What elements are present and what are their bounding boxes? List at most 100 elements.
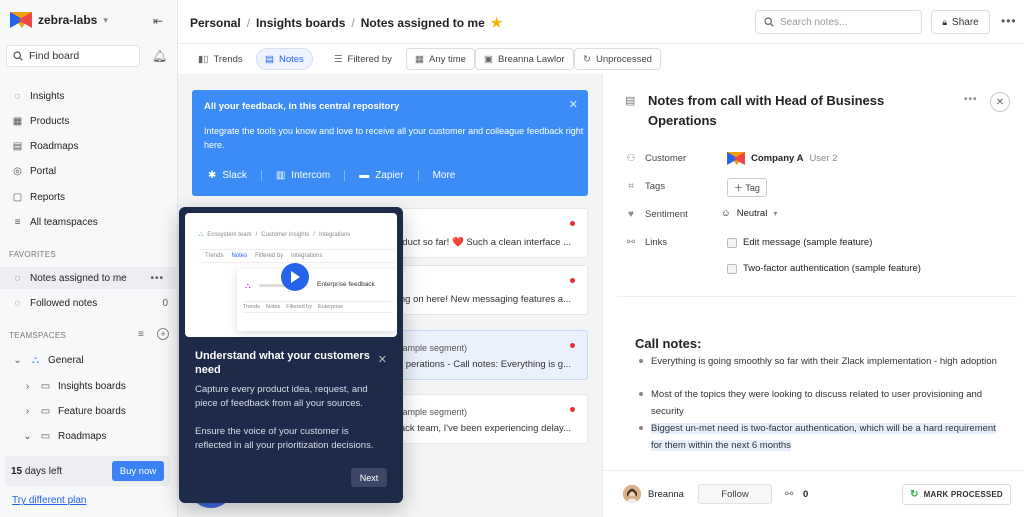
unread-dot xyxy=(570,407,575,412)
filter-status[interactable]: ↻ Unprocessed xyxy=(574,48,661,70)
more-options-icon[interactable]: ••• xyxy=(150,273,164,284)
note-detail: ▤ Notes from call with Head of Business … xyxy=(602,74,1024,517)
add-teamspace-icon[interactable]: + xyxy=(157,328,169,340)
preview-tab: Trends xyxy=(243,304,260,310)
close-icon[interactable]: ✕ xyxy=(569,98,578,111)
chevron-down-icon: ⌄ xyxy=(13,354,22,366)
lock-icon: 🔒︎ xyxy=(942,16,948,27)
collapse-sidebar-icon[interactable]: ⇤ xyxy=(153,14,163,28)
highlighted-text[interactable]: Biggest un-met need is two-factor authen… xyxy=(651,423,996,451)
breadcrumb-separator: / xyxy=(246,16,251,30)
property-label: Customer xyxy=(645,153,687,164)
star-icon[interactable]: ★ xyxy=(491,15,503,31)
note-title[interactable]: Notes from call with Head of Business Op… xyxy=(648,91,918,131)
filter-person[interactable]: ▣ Breanna Lawlor xyxy=(475,48,574,70)
tab-label: Notes xyxy=(278,53,304,65)
preview-breadcrumb: ⛬ Ecosystem team / Customer insights / I… xyxy=(199,229,395,241)
sidebar-item-insights-boards[interactable]: › ▭ Insights boards xyxy=(0,375,178,397)
company-logo-icon xyxy=(727,152,745,165)
refresh-icon: ↻ xyxy=(910,489,919,500)
buy-now-button[interactable]: Buy now xyxy=(112,461,164,481)
divider xyxy=(617,296,1017,297)
sidebar-item-products[interactable]: ▦ Products xyxy=(0,110,178,132)
sidebar-item-label: Insights boards xyxy=(58,380,126,392)
linked-feature-1[interactable]: Edit message (sample feature) xyxy=(727,237,872,248)
more-integrations-link[interactable]: More xyxy=(433,170,470,181)
map-icon: ▤ xyxy=(12,140,23,152)
avatar[interactable] xyxy=(623,485,641,503)
preview-tab: Notes xyxy=(265,304,281,310)
sidebar-item-notes-assigned[interactable]: ◌ Notes assigned to me ••• xyxy=(0,267,178,289)
play-button[interactable] xyxy=(281,263,309,291)
teamspaces-heading: TEAMSPACES xyxy=(9,331,67,340)
next-button[interactable]: Next xyxy=(351,468,387,487)
tab-notes[interactable]: ▤ Notes xyxy=(256,48,313,70)
tool-label: Intercom xyxy=(291,170,331,181)
links-property: ⚯ Links xyxy=(625,237,667,248)
zapier-link[interactable]: ▬ Zapier xyxy=(359,170,419,181)
share-button[interactable]: 🔒︎ Share xyxy=(931,10,990,34)
link-count: 0 xyxy=(803,489,809,500)
checkbox[interactable] xyxy=(727,263,737,274)
preview-team-icon: ⛬ xyxy=(199,231,204,238)
customer-value[interactable]: Company A User 2 xyxy=(727,152,837,165)
slack-link[interactable]: ✱ Slack xyxy=(208,170,262,181)
sidebar-item-feature-boards[interactable]: › ▭ Feature boards xyxy=(0,400,178,422)
sidebar-item-label: Portal xyxy=(30,165,57,177)
find-board-label: Find board xyxy=(29,50,80,62)
checkbox[interactable] xyxy=(727,237,737,248)
search-notes-input[interactable]: Search notes... xyxy=(755,10,922,34)
user-name: User 2 xyxy=(809,153,838,164)
workspace-name: zebra-labs xyxy=(38,13,98,27)
find-board-button[interactable]: Find board xyxy=(6,45,140,67)
link-icon: ⚯ xyxy=(626,237,636,248)
try-different-plan-link[interactable]: Try different plan xyxy=(12,495,86,506)
mark-processed-button[interactable]: ↻ MARK PROCESSED xyxy=(902,484,1011,505)
preview-crumb: Customer insights xyxy=(261,232,310,238)
link-icon[interactable]: ⚯ xyxy=(785,489,793,500)
workspace-switcher[interactable]: zebra-labs ▾ xyxy=(10,12,108,28)
note-bullet: Everything is going smoothly so far with… xyxy=(637,353,1001,370)
sidebar-item-followed-notes[interactable]: ◌ Followed notes 0 xyxy=(0,292,178,314)
bulb-icon: ◌ xyxy=(14,297,21,309)
unread-dot xyxy=(570,278,575,283)
tool-label: Slack xyxy=(222,170,247,181)
filtered-by-button[interactable]: ☰ Filtered by xyxy=(326,48,400,70)
sidebar-item-label: Notes assigned to me xyxy=(30,272,127,284)
filter-time[interactable]: ▦ Any time xyxy=(406,48,475,70)
sidebar-item-general[interactable]: ⌄ ⛬ General xyxy=(0,349,178,371)
video-preview[interactable]: ⛬ Ecosystem team / Customer insights / I… xyxy=(185,213,397,337)
sidebar-item-roadmaps[interactable]: ▤ Roadmaps xyxy=(0,135,178,157)
sidebar-item-insights[interactable]: ◌ Insights xyxy=(0,85,178,107)
tab-trends[interactable]: ▮▯ Trends xyxy=(190,48,251,70)
filter-teamspaces-icon[interactable]: ≡ xyxy=(138,329,144,340)
avatar-image xyxy=(623,485,641,503)
linked-feature-2[interactable]: Two-factor authentication (sample featur… xyxy=(727,263,921,274)
tab-label: Trends xyxy=(213,53,243,65)
slack-icon: ✱ xyxy=(208,170,217,181)
linked-feature-label: Two-factor authentication (sample featur… xyxy=(743,263,921,274)
intercom-link[interactable]: ▥ Intercom xyxy=(275,170,346,181)
folder-icon: ▭ xyxy=(40,380,51,392)
banner-body: Integrate the tools you know and love to… xyxy=(204,126,584,150)
more-options-icon[interactable]: ••• xyxy=(1001,14,1017,28)
sidebar-item-all-teamspaces[interactable]: ≡ All teamspaces xyxy=(0,211,178,233)
more-options-icon[interactable]: ••• xyxy=(964,94,978,105)
note-snippet: ng on here! New messaging features a... xyxy=(399,294,571,305)
preview-tab: Filtered by xyxy=(255,253,284,259)
intercom-icon: ▥ xyxy=(275,170,286,181)
bell-icon[interactable]: 🔔︎ xyxy=(152,49,167,63)
sidebar-item-roadmaps-folder[interactable]: ⌄ ▭ Roadmaps xyxy=(0,425,178,447)
add-tag-label: Tag xyxy=(745,183,760,193)
sentiment-select[interactable]: ☺ Neutral ▾ xyxy=(721,208,777,219)
preview-tab: Trends xyxy=(205,253,224,259)
close-icon[interactable]: ✕ xyxy=(990,92,1010,112)
breadcrumb-personal[interactable]: Personal xyxy=(190,16,241,30)
add-tag-button[interactable]: ＋ Tag xyxy=(727,178,767,197)
note-snippet: ack team, I've been experiencing delay..… xyxy=(399,423,571,434)
sidebar-item-portal[interactable]: ◎ Portal xyxy=(0,160,178,182)
sidebar-item-reports[interactable]: ▢ Reports xyxy=(0,186,178,208)
follow-button[interactable]: Follow xyxy=(698,484,772,504)
close-icon[interactable]: ✕ xyxy=(378,353,387,366)
breadcrumb-insights-boards[interactable]: Insights boards xyxy=(256,16,345,30)
